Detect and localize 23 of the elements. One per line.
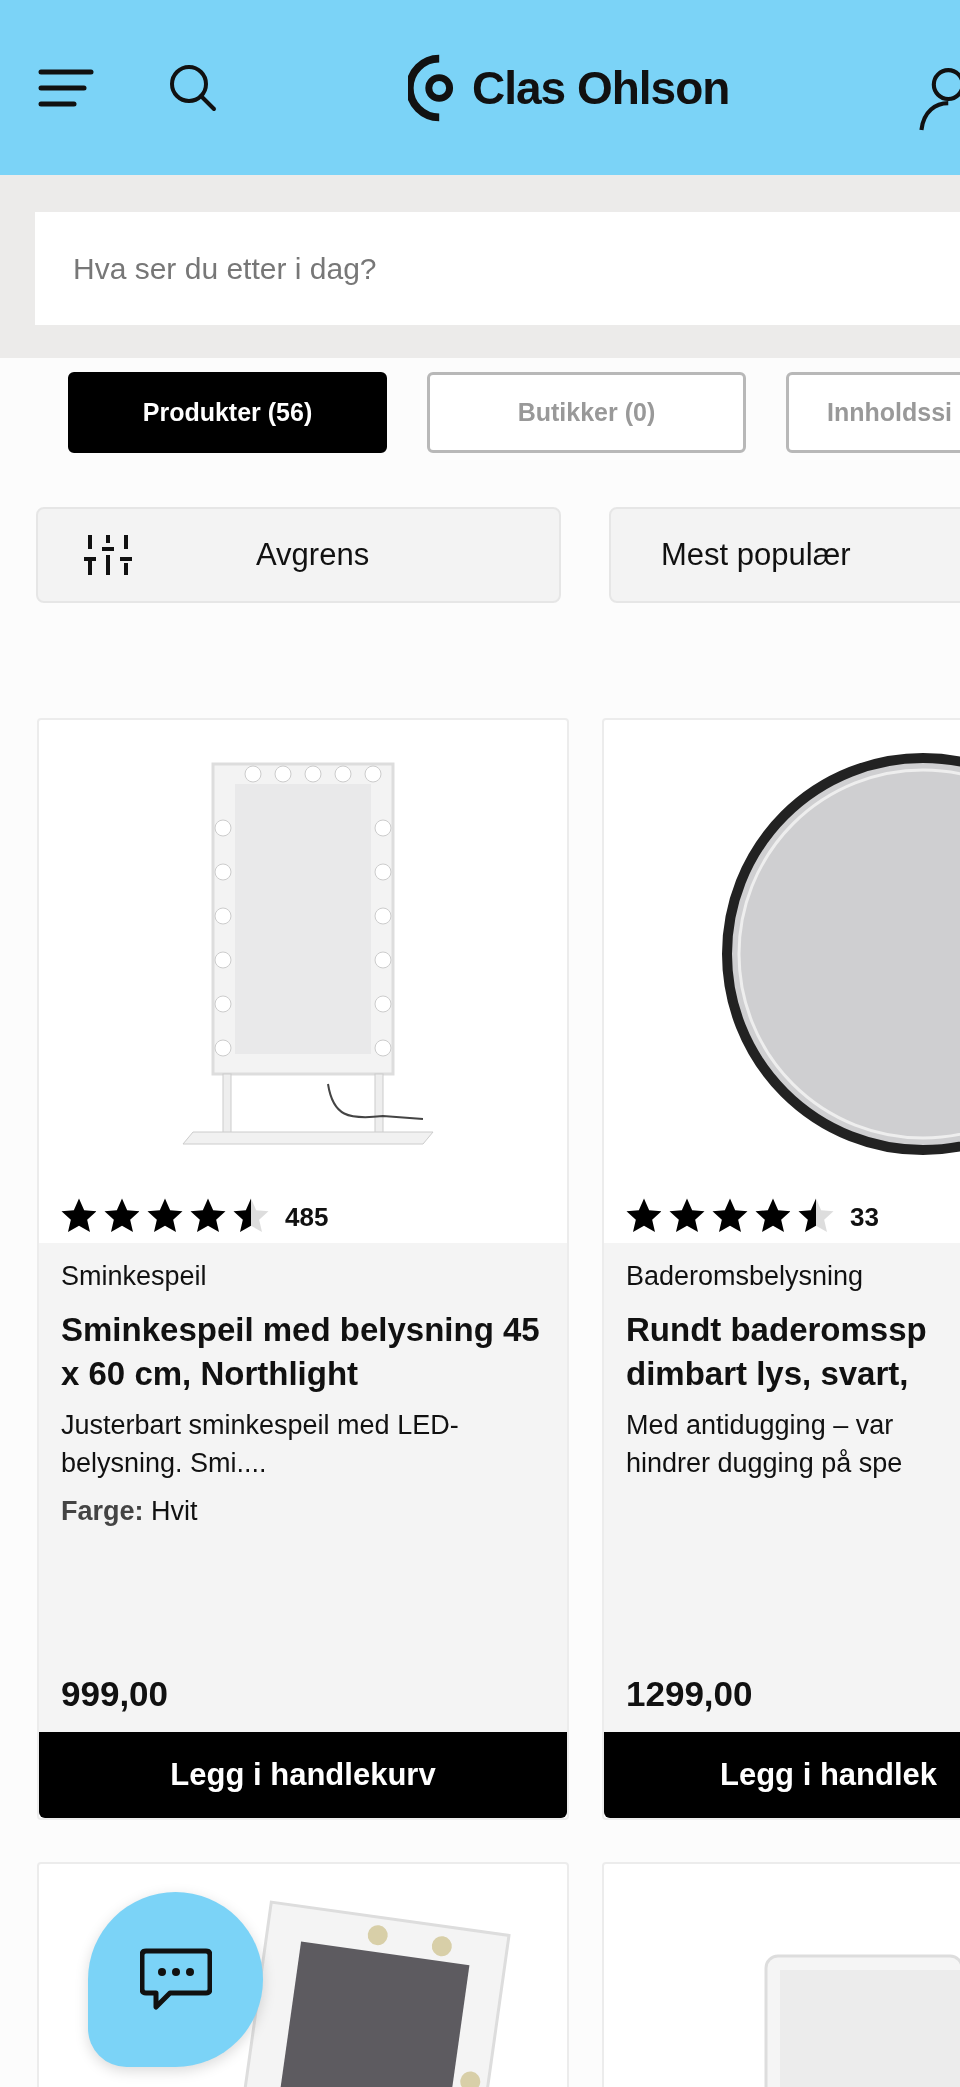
add-to-cart-button[interactable]: Legg i handlek bbox=[604, 1732, 960, 1818]
product-price: 999,00 bbox=[61, 1674, 170, 1714]
review-count: 485 bbox=[285, 1202, 329, 1233]
review-count: 33 bbox=[850, 1202, 879, 1233]
product-description: Med antidugging – var hindrer dugging på spe bbox=[626, 1409, 904, 1480]
product-description: Justerbart sminkespeil med LED-belysning. Smi.... bbox=[61, 1409, 460, 1480]
menu-icon[interactable] bbox=[38, 67, 94, 108]
chat-icon bbox=[139, 1946, 212, 2013]
product-title[interactable]: Sminkespeil med belysning 45 x 60 cm, Northlight bbox=[61, 1308, 545, 1396]
search-icon[interactable] bbox=[168, 62, 218, 113]
brand-logo[interactable]: Clas Ohlson bbox=[472, 60, 730, 115]
product-color: Farge: Hvit bbox=[61, 1496, 199, 1527]
product-category: Sminkespeil bbox=[61, 1261, 208, 1292]
add-to-cart-button[interactable]: Legg i handlekurv bbox=[39, 1732, 567, 1818]
tab[interactable]: Produkter (56) bbox=[68, 372, 387, 453]
search-field[interactable]: Hva ser du etter i dag? bbox=[35, 212, 960, 325]
sort-dropdown[interactable]: Mest populær bbox=[609, 507, 960, 603]
product-price: 1299,00 bbox=[626, 1674, 754, 1714]
product-title[interactable]: Rundt baderomssp dimbart lys, svart, bbox=[626, 1308, 960, 1396]
refine-button[interactable]: Avgrens bbox=[36, 507, 561, 603]
user-icon[interactable] bbox=[918, 66, 960, 132]
sliders-icon bbox=[84, 533, 132, 577]
product-category: Baderomsbelysning bbox=[626, 1261, 865, 1292]
